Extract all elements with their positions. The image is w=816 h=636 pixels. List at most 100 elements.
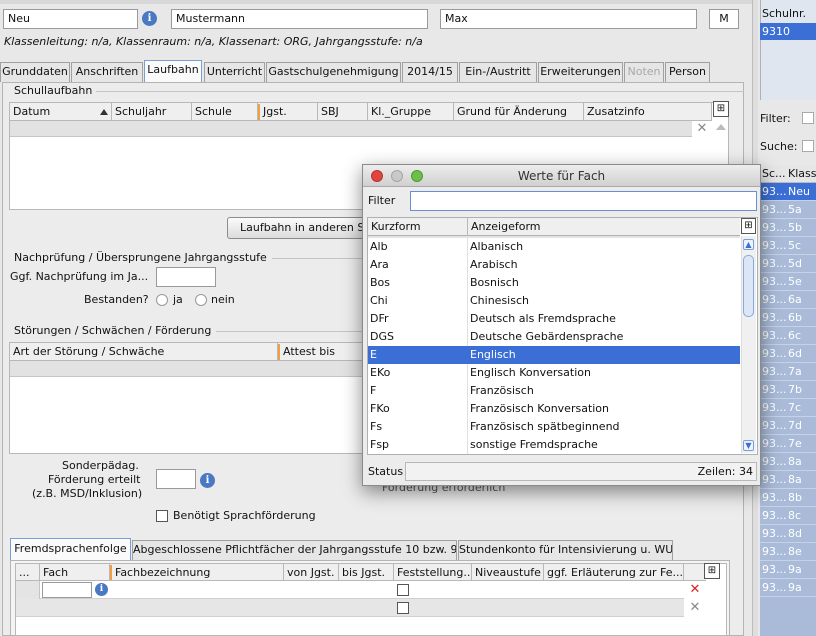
col-zusatzinfo[interactable]: Zusatzinfo bbox=[584, 103, 712, 121]
bottom-tab-pflichtfaecher[interactable]: Abgeschlossene Pflichtfächer der Jahrgan… bbox=[132, 540, 457, 560]
klassen-list-item[interactable]: 93... 8b bbox=[760, 489, 816, 507]
tab-grunddaten[interactable]: Grunddaten bbox=[0, 62, 70, 82]
scroll-down-icon[interactable]: ▼ bbox=[743, 440, 754, 451]
scroll-thumb[interactable] bbox=[743, 255, 754, 317]
info-icon[interactable]: i bbox=[95, 583, 108, 596]
bottom-tab-fremdsprachenfolge[interactable]: Fremdsprachenfolge bbox=[10, 538, 131, 560]
dialog-list-item[interactable]: Chi Chinesisch bbox=[368, 292, 740, 310]
filter-checkbox[interactable] bbox=[802, 112, 814, 124]
col-art-stoerung[interactable]: Art der Störung / Schwäche bbox=[10, 343, 278, 361]
col-rownum[interactable]: ... bbox=[16, 564, 40, 582]
col-grund[interactable]: Grund für Änderung bbox=[454, 103, 584, 121]
dialog-list-item[interactable]: Ara Arabisch bbox=[368, 256, 740, 274]
scroll-up-icon[interactable] bbox=[716, 124, 726, 130]
scroll-up-icon[interactable]: ▲ bbox=[743, 239, 754, 250]
klassen-list-item[interactable]: 93... 6b bbox=[760, 309, 816, 327]
dialog-list-item[interactable]: F Französisch bbox=[368, 382, 740, 400]
schulnr-value[interactable]: 9310 bbox=[760, 23, 816, 40]
column-chooser-icon[interactable]: ⊞ bbox=[713, 101, 729, 117]
bottom-tab-stundenkonto[interactable]: Stundenkonto für Intensivierung u. WU bbox=[458, 540, 673, 560]
klassen-list-item[interactable]: 93... 5a bbox=[760, 201, 816, 219]
radio-ja[interactable] bbox=[156, 294, 168, 306]
minimize-window-icon[interactable] bbox=[391, 170, 403, 182]
klassen-list-item[interactable]: 93... 6a bbox=[760, 291, 816, 309]
clear-filter-icon[interactable]: ✕ bbox=[695, 122, 709, 136]
dialog-list-item[interactable]: DGS Deutsche Gebärdensprache bbox=[368, 328, 740, 346]
col-schule[interactable]: Schule bbox=[192, 103, 258, 121]
klassen-list-item[interactable]: 93... 7a bbox=[760, 363, 816, 381]
klassen-list-item[interactable]: 93... 7e bbox=[760, 435, 816, 453]
column-chooser-icon[interactable]: ⊞ bbox=[704, 563, 720, 579]
klassen-list-item[interactable]: 93... 8a bbox=[760, 471, 816, 489]
sprachfoerderung-checkbox[interactable] bbox=[156, 510, 168, 522]
klassen-list-item[interactable]: 93... 6c bbox=[760, 327, 816, 345]
col-niveaustufe[interactable]: Niveaustufe bbox=[472, 564, 544, 582]
col-jgst[interactable]: Jgst. bbox=[260, 103, 318, 121]
dialog-list-item[interactable]: E Englisch bbox=[368, 346, 740, 364]
klassen-list-item[interactable]: 93... 7c bbox=[760, 399, 816, 417]
dialog-list-item[interactable]: Fsp sonstige Fremdsprache bbox=[368, 436, 740, 454]
tab-ein-austritt[interactable]: Ein-/Austritt bbox=[459, 62, 537, 82]
col-kurzform[interactable]: Kurzform bbox=[368, 218, 468, 236]
column-chooser-icon[interactable]: ⊞ bbox=[741, 218, 756, 234]
fach-input[interactable] bbox=[42, 582, 92, 598]
tab-laufbahn[interactable]: Laufbahn bbox=[144, 60, 202, 82]
dialog-list-item[interactable]: Fs Französisch spätbeginnend bbox=[368, 418, 740, 436]
radio-nein[interactable] bbox=[195, 294, 207, 306]
tab-erweiterungen[interactable]: Erweiterungen bbox=[538, 62, 623, 82]
laufbahn-button[interactable]: Laufbahn in anderen Sc bbox=[227, 217, 367, 239]
status-field[interactable]: Neu bbox=[3, 9, 138, 29]
zoom-window-icon[interactable] bbox=[411, 170, 423, 182]
dialog-list-item[interactable]: FKo Französisch Konversation bbox=[368, 400, 740, 418]
gender-field[interactable]: M bbox=[709, 9, 739, 29]
col-anzeigeform[interactable]: Anzeigeform bbox=[468, 218, 740, 236]
col-erlaeuterung[interactable]: ggf. Erläuterung zur Fe... bbox=[544, 564, 684, 582]
klassen-list-item[interactable]: 93... 8a bbox=[760, 453, 816, 471]
dialog-filter-input[interactable] bbox=[410, 191, 757, 211]
feststellung-checkbox[interactable] bbox=[397, 584, 409, 596]
col-schuljahr[interactable]: Schuljahr bbox=[112, 103, 192, 121]
klassen-list-item[interactable]: 93... 7b bbox=[760, 381, 816, 399]
dialog-list-item[interactable]: DFr Deutsch als Fremdsprache bbox=[368, 310, 740, 328]
klassen-list-item[interactable]: 93... 5c bbox=[760, 237, 816, 255]
tab-unterricht[interactable]: Unterricht bbox=[204, 62, 265, 82]
table-row[interactable] bbox=[16, 581, 684, 599]
klassen-list-item[interactable]: 93... 9a bbox=[760, 579, 816, 597]
close-window-icon[interactable] bbox=[371, 170, 383, 182]
col-datum[interactable]: Datum bbox=[10, 103, 112, 121]
col-sc[interactable]: Sc... bbox=[762, 167, 786, 180]
dialog-list-item[interactable]: Alb Albanisch bbox=[368, 238, 740, 256]
klassen-list-item[interactable]: 93... 5d bbox=[760, 255, 816, 273]
col-bis-jgst[interactable]: bis Jgst. bbox=[339, 564, 394, 582]
delete-row-icon[interactable]: ✕ bbox=[688, 583, 702, 597]
klassen-list-item[interactable]: 93... 6d bbox=[760, 345, 816, 363]
firstname-field[interactable]: Max bbox=[440, 9, 697, 29]
klassen-list-item[interactable]: 93... 7d bbox=[760, 417, 816, 435]
col-sbj[interactable]: SBJ bbox=[318, 103, 368, 121]
klassen-list-item[interactable]: 93... 8c bbox=[760, 507, 816, 525]
info-icon[interactable]: i bbox=[200, 473, 215, 488]
feststellung-checkbox[interactable] bbox=[397, 602, 409, 614]
col-fachbezeichnung[interactable]: Fachbezeichnung bbox=[112, 564, 284, 582]
dialog-list-item[interactable]: EKo Englisch Konversation bbox=[368, 364, 740, 382]
col-von-jgst[interactable]: von Jgst. bbox=[284, 564, 339, 582]
dialog-list-item[interactable]: Bos Bosnisch bbox=[368, 274, 740, 292]
klassen-list-item[interactable]: 93... 5b bbox=[760, 219, 816, 237]
tab-anschriften[interactable]: Anschriften bbox=[71, 62, 143, 82]
table-row[interactable] bbox=[16, 599, 684, 617]
col-fach[interactable]: Fach bbox=[40, 564, 110, 582]
info-icon[interactable]: i bbox=[142, 11, 157, 26]
klassen-list-item[interactable]: 93... 5e bbox=[760, 273, 816, 291]
klassen-list-item[interactable]: 93... Neu bbox=[760, 183, 816, 201]
suche-checkbox[interactable] bbox=[802, 140, 814, 152]
tab-person[interactable]: Person bbox=[665, 62, 710, 82]
foerderung-input[interactable] bbox=[156, 469, 196, 489]
col-klasse[interactable]: Klasse bbox=[788, 167, 816, 180]
nachpruefung-input[interactable] bbox=[156, 267, 216, 287]
klassen-list-item[interactable]: 93... 9a bbox=[760, 561, 816, 579]
klassen-list-item[interactable]: 93... 8e bbox=[760, 543, 816, 561]
col-kl-gruppe[interactable]: Kl._Gruppe bbox=[368, 103, 454, 121]
tab-gastschulgenehmigung[interactable]: Gastschulgenehmigung bbox=[266, 62, 401, 82]
col-attest-bis[interactable]: Attest bis bbox=[280, 343, 364, 361]
tab-schuljahr[interactable]: 2014/15 bbox=[402, 62, 458, 82]
